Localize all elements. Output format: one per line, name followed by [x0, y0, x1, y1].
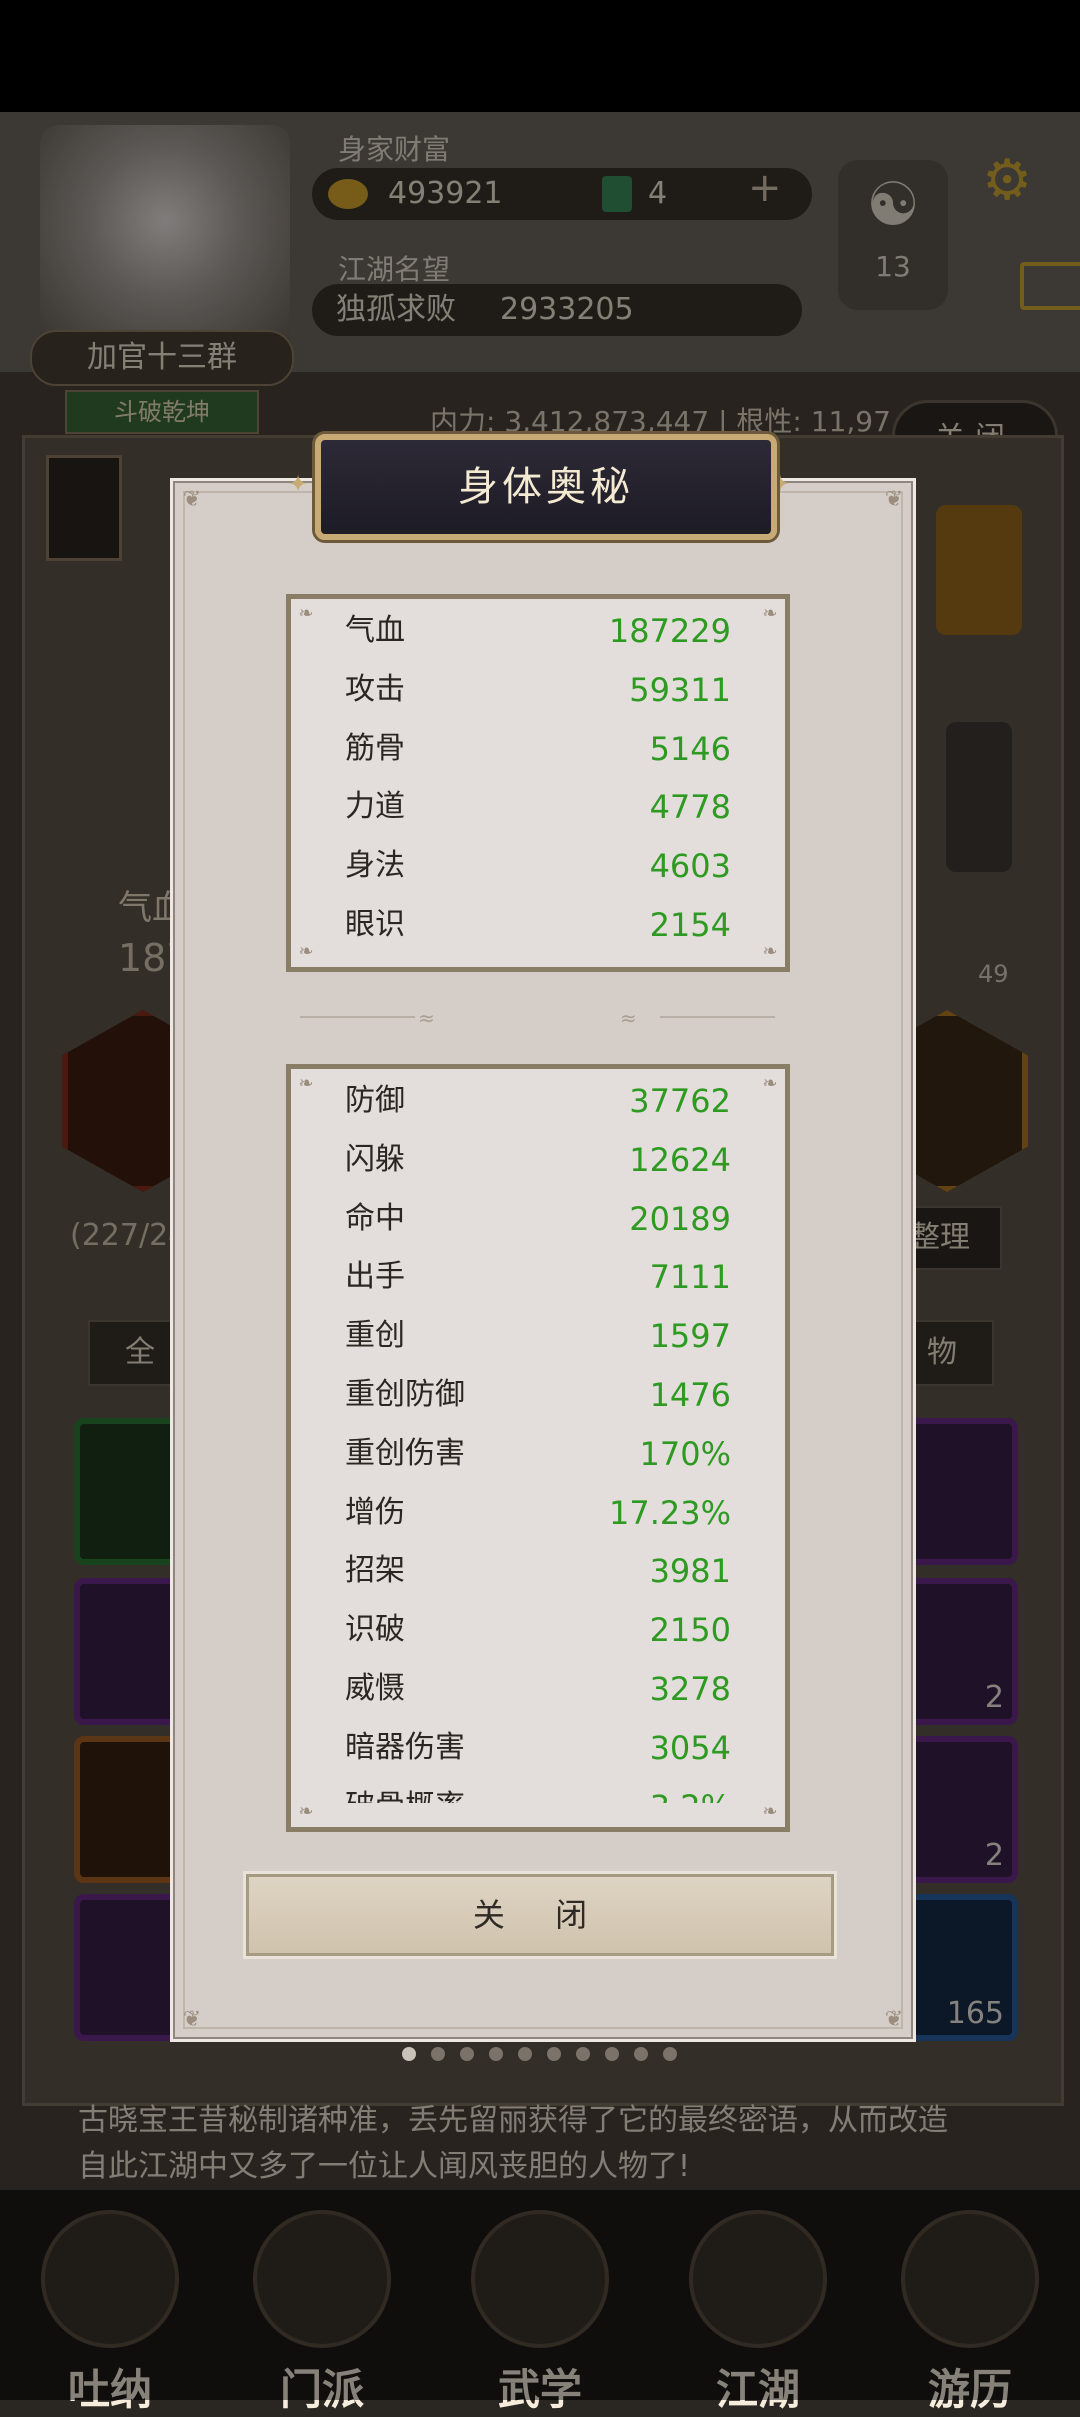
stat-name: 暗器伤害	[345, 1729, 465, 1765]
stat-name: 重创	[345, 1318, 405, 1354]
corner-ornament-icon: ❦	[884, 487, 904, 512]
page-dot[interactable]	[489, 2047, 503, 2061]
panel-corner-icon: ❧	[759, 1801, 781, 1823]
stat-name: 眼识	[345, 907, 405, 942]
stat-value: 4603	[649, 847, 731, 886]
stat-value: 20189	[629, 1199, 731, 1238]
page-dot[interactable]	[431, 2047, 445, 2061]
panel-corner-icon: ❧	[298, 603, 314, 624]
stat-value: 3981	[649, 1552, 731, 1591]
corner-ornament-icon: ❦	[182, 2007, 202, 2032]
stat-name: 命中	[345, 1200, 405, 1236]
stat-row: 出手 7111	[345, 1248, 731, 1306]
stat-value: 170%	[639, 1434, 731, 1473]
stat-row: 攻击 59311	[345, 661, 731, 719]
stat-row: 筋骨 5146	[345, 720, 731, 778]
stat-name: 气血	[345, 613, 405, 648]
stat-row: 重创防御 1476	[345, 1366, 731, 1424]
panel-corner-icon: ❧	[298, 941, 314, 962]
page-dot[interactable]	[402, 2047, 416, 2061]
divider-right	[660, 1016, 775, 1018]
stat-name: 身法	[345, 848, 405, 884]
stat-name: 重创伤害	[345, 1435, 465, 1471]
stat-value: 3278	[649, 1670, 731, 1708]
stat-value: 3054	[649, 1728, 731, 1767]
stat-name: 威慑	[345, 1671, 405, 1706]
stat-value: 1476	[649, 1376, 731, 1414]
stat-value: 17.23%	[608, 1493, 731, 1532]
page-dot[interactable]	[663, 2047, 677, 2061]
divider-ornament-icon: ≈	[620, 1006, 637, 1030]
stat-name: 增伤	[345, 1494, 405, 1530]
divider-ornament-icon: ≈	[418, 1006, 435, 1030]
stat-row: 气血 187229	[345, 602, 731, 660]
stat-value: 1597	[649, 1317, 731, 1356]
stat-name: 识破	[345, 1612, 405, 1648]
stat-row: 重创伤害 170%	[345, 1425, 731, 1483]
stat-row: 识破 2150	[345, 1601, 731, 1659]
stat-name: 出手	[345, 1259, 405, 1295]
title-wing-left-icon: ✦	[288, 470, 309, 498]
corner-ornament-icon: ❦	[884, 2007, 904, 2032]
stat-row: 防御 37762	[345, 1072, 731, 1130]
stat-name: 重创防御	[345, 1377, 465, 1412]
page-dot[interactable]	[605, 2047, 619, 2061]
combat-stats-panel[interactable]: ❧ ❧ ❧ ❧ 防御 37762 闪躲 12624 命中 20189 出手 7111 重创 159…	[286, 1064, 790, 1832]
page-dot[interactable]	[576, 2047, 590, 2061]
page-dot[interactable]	[634, 2047, 648, 2061]
stat-name: 筋骨	[345, 730, 405, 766]
stat-row: 闪躲 12624	[345, 1131, 731, 1189]
stat-row: 增伤 17.23%	[345, 1484, 731, 1542]
stat-name: 攻击	[345, 671, 405, 707]
panel-corner-icon: ❧	[295, 1801, 317, 1823]
stat-row: 眼识 2154	[345, 896, 731, 954]
panel-corner-icon: ❧	[762, 941, 778, 962]
stat-value: 7111	[649, 1258, 731, 1297]
dialog-title-plate: 身体奥秘	[315, 434, 777, 540]
stat-value: 4778	[649, 788, 731, 827]
page-dot[interactable]	[460, 2047, 474, 2061]
stat-row: 重创 1597	[345, 1307, 731, 1365]
page-dot[interactable]	[518, 2047, 532, 2061]
stat-value: 12624	[629, 1140, 731, 1179]
page-dot[interactable]	[547, 2047, 561, 2061]
stat-row: 威慑 3278	[345, 1660, 731, 1718]
dialog-title: 身体奥秘	[458, 464, 634, 510]
panel-corner-icon: ❧	[762, 1073, 778, 1094]
close-button[interactable]: 关 闭	[246, 1874, 834, 1956]
stat-value: 37762	[629, 1082, 731, 1120]
panel-corner-icon: ❧	[298, 1073, 314, 1094]
panel-scroll-mask	[291, 1803, 785, 1827]
stat-row: 力道 4778	[345, 778, 731, 836]
stat-row: 招架 3981	[345, 1542, 731, 1600]
stat-name: 力道	[345, 789, 405, 825]
panel-corner-icon: ❧	[762, 603, 778, 624]
base-stats-panel: ❧ ❧ ❧ ❧ 气血 187229 攻击 59311 筋骨 5146 力道 4778 身法 460…	[286, 594, 790, 972]
stat-row: 身法 4603	[345, 837, 731, 895]
divider-left	[300, 1016, 415, 1018]
stat-value: 2150	[649, 1611, 731, 1650]
stat-name: 招架	[345, 1553, 405, 1589]
stat-name: 闪躲	[345, 1141, 405, 1177]
stat-row: 暗器伤害 3054	[345, 1719, 731, 1777]
stat-value: 2154	[649, 906, 731, 944]
stat-value: 59311	[629, 670, 731, 709]
stat-name: 防御	[345, 1083, 405, 1118]
corner-ornament-icon: ❦	[182, 487, 202, 512]
stat-value: 5146	[649, 729, 731, 768]
stat-value: 187229	[608, 612, 731, 650]
stat-row: 命中 20189	[345, 1190, 731, 1248]
